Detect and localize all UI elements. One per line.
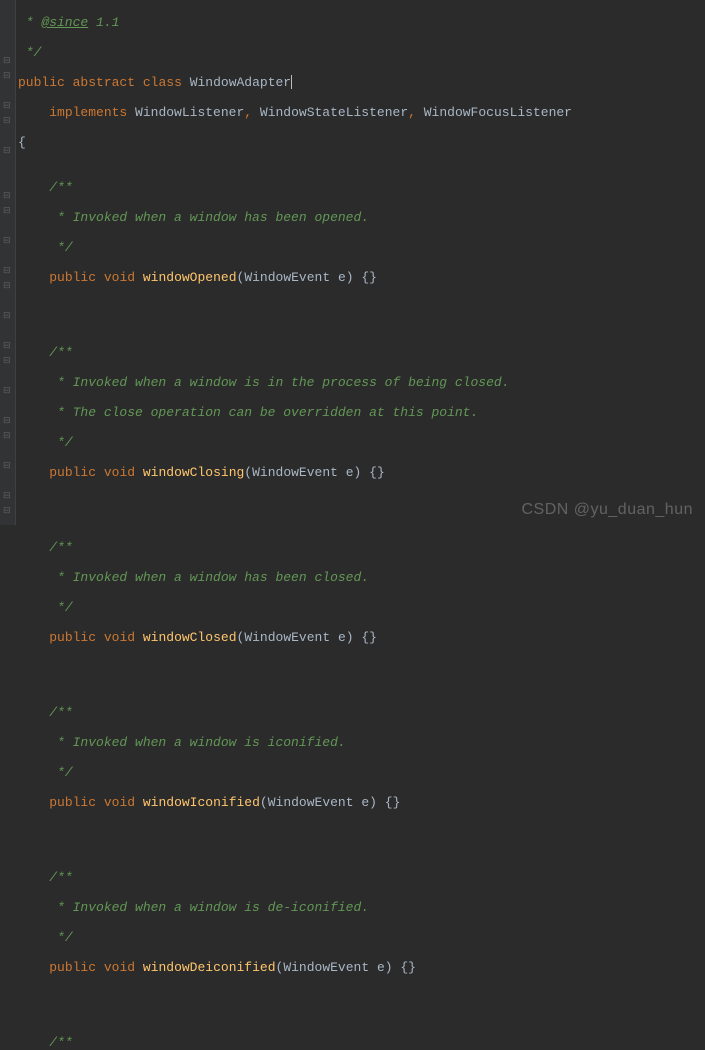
fold-icon[interactable]: ⊟ xyxy=(3,357,12,366)
punct: ) xyxy=(369,795,377,810)
javadoc-text: 1.1 xyxy=(88,15,119,30)
javadoc-text: * Invoked when a window is in the proces… xyxy=(49,375,509,390)
javadoc-text: * Invoked when a window is iconified. xyxy=(49,735,345,750)
fold-icon[interactable]: ⊟ xyxy=(3,282,12,291)
keyword: implements xyxy=(49,105,127,120)
brace: { xyxy=(18,135,26,150)
fold-icon[interactable]: ⊟ xyxy=(3,312,12,321)
param: e xyxy=(330,270,346,285)
param: e xyxy=(330,630,346,645)
type: WindowEvent xyxy=(244,630,330,645)
punct: ) xyxy=(346,630,354,645)
method-name: windowOpened xyxy=(143,270,237,285)
keyword: class xyxy=(143,75,182,90)
punct: {} xyxy=(361,630,377,645)
javadoc-open: /** xyxy=(49,870,72,885)
javadoc-text: * Invoked when a window has been opened. xyxy=(49,210,369,225)
type: WindowFocusListener xyxy=(424,105,572,120)
keyword: public xyxy=(49,795,96,810)
code-editor[interactable]: ⊟ ⊟ ⊟ ⊟ ⊟ ⊟ ⊟ ⊟ ⊟ ⊟ ⊟ ⊟ ⊟ ⊟ ⊟ ⊟ ⊟ ⊟ ⊟ * … xyxy=(0,0,705,525)
javadoc-open: /** xyxy=(49,180,72,195)
keyword: public xyxy=(49,960,96,975)
keyword: void xyxy=(104,960,135,975)
method-name: windowClosed xyxy=(143,630,237,645)
param: e xyxy=(338,465,354,480)
keyword: abstract xyxy=(73,75,135,90)
fold-icon[interactable]: ⊟ xyxy=(3,147,12,156)
fold-icon[interactable]: ⊟ xyxy=(3,342,12,351)
fold-icon[interactable]: ⊟ xyxy=(3,492,12,501)
fold-icon[interactable]: ⊟ xyxy=(3,117,12,126)
fold-icon[interactable]: ⊟ xyxy=(3,507,12,516)
javadoc-text: * Invoked when a window is de-iconified. xyxy=(49,900,369,915)
javadoc-close: */ xyxy=(49,930,72,945)
keyword: void xyxy=(104,465,135,480)
keyword: public xyxy=(49,270,96,285)
punct: {} xyxy=(369,465,385,480)
javadoc-text: * The close operation can be overridden … xyxy=(49,405,478,420)
type: WindowListener xyxy=(135,105,244,120)
punct: {} xyxy=(400,960,416,975)
fold-icon[interactable]: ⊟ xyxy=(3,462,12,471)
punct: , xyxy=(408,105,416,120)
javadoc-close: */ xyxy=(49,765,72,780)
punct: ( xyxy=(237,630,245,645)
punct: ) xyxy=(385,960,393,975)
fold-icon[interactable]: ⊟ xyxy=(3,102,12,111)
javadoc-open: /** xyxy=(49,705,72,720)
type: WindowEvent xyxy=(244,270,330,285)
javadoc-since-tag: @since xyxy=(41,15,88,30)
fold-icon[interactable]: ⊟ xyxy=(3,267,12,276)
param: e xyxy=(354,795,370,810)
fold-icon[interactable]: ⊟ xyxy=(3,192,12,201)
javadoc-open: /** xyxy=(49,1035,72,1050)
type: WindowStateListener xyxy=(260,105,408,120)
javadoc-text: * Invoked when a window has been closed. xyxy=(49,570,369,585)
javadoc-open: /** xyxy=(49,540,72,555)
fold-icon[interactable]: ⊟ xyxy=(3,237,12,246)
keyword: public xyxy=(49,465,96,480)
javadoc-close: */ xyxy=(49,600,72,615)
method-name: windowClosing xyxy=(143,465,244,480)
keyword: void xyxy=(104,630,135,645)
text-cursor xyxy=(291,75,292,89)
method-name: windowIconified xyxy=(143,795,260,810)
punct: {} xyxy=(385,795,401,810)
keyword: void xyxy=(104,795,135,810)
punct: ( xyxy=(260,795,268,810)
type: WindowEvent xyxy=(268,795,354,810)
type: WindowEvent xyxy=(252,465,338,480)
javadoc-open: /** xyxy=(49,345,72,360)
punct: ) xyxy=(354,465,362,480)
gutter: ⊟ ⊟ ⊟ ⊟ ⊟ ⊟ ⊟ ⊟ ⊟ ⊟ ⊟ ⊟ ⊟ ⊟ ⊟ ⊟ ⊟ ⊟ ⊟ xyxy=(0,0,16,525)
punct: {} xyxy=(361,270,377,285)
class-name: WindowAdapter xyxy=(190,75,291,90)
javadoc-close: */ xyxy=(49,435,72,450)
punct: , xyxy=(244,105,252,120)
code-area[interactable]: * @since 1.1 */ public abstract class Wi… xyxy=(16,0,572,525)
type: WindowEvent xyxy=(283,960,369,975)
fold-icon[interactable]: ⊟ xyxy=(3,72,12,81)
fold-icon[interactable]: ⊟ xyxy=(3,57,12,66)
punct: ) xyxy=(346,270,354,285)
fold-icon[interactable]: ⊟ xyxy=(3,432,12,441)
keyword: void xyxy=(104,270,135,285)
fold-icon[interactable]: ⊟ xyxy=(3,417,12,426)
keyword: public xyxy=(18,75,65,90)
method-name: windowDeiconified xyxy=(143,960,276,975)
fold-icon[interactable]: ⊟ xyxy=(3,387,12,396)
punct: ( xyxy=(244,465,252,480)
fold-icon[interactable]: ⊟ xyxy=(3,207,12,216)
punct: ( xyxy=(276,960,284,975)
param: e xyxy=(369,960,385,975)
keyword: public xyxy=(49,630,96,645)
javadoc-close: */ xyxy=(18,45,41,60)
javadoc-close: */ xyxy=(49,240,72,255)
